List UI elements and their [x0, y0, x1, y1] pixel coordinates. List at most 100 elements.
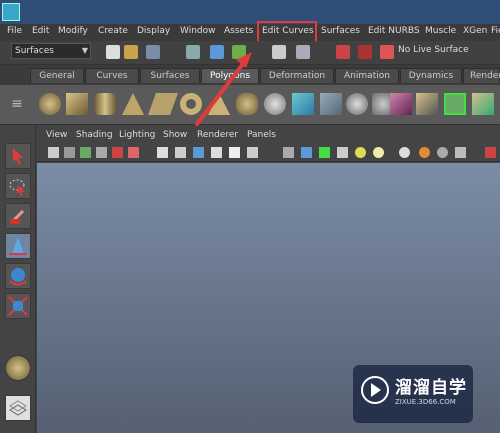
select-hierarchy-icon[interactable]	[186, 45, 200, 59]
watermark: 溜溜自学 ZIXUE.3D66.COM	[353, 365, 473, 423]
smooth-shade-icon[interactable]	[301, 147, 312, 158]
safe-action-icon[interactable]	[211, 147, 222, 158]
shelf-menu-icon[interactable]: ≡	[8, 96, 26, 114]
image-plane-icon[interactable]	[96, 147, 107, 158]
tab-general[interactable]: General	[30, 68, 84, 83]
poly-pipe-icon[interactable]	[236, 93, 258, 115]
menu-edit-nurbs[interactable]: Edit NURBS	[368, 26, 420, 36]
menu-muscle[interactable]: Muscle	[425, 26, 456, 36]
tab-dynamics[interactable]: Dynamics	[400, 68, 462, 83]
new-scene-icon[interactable]	[106, 45, 120, 59]
select-component-icon[interactable]	[232, 45, 246, 59]
tab-render[interactable]: Render	[463, 68, 500, 83]
isolate-select-icon[interactable]	[319, 147, 330, 158]
poly-cone-icon[interactable]	[122, 93, 144, 115]
extrude-icon[interactable]	[416, 93, 438, 115]
panel-menu-bar: View Shading Lighting Show Renderer Pane…	[37, 128, 500, 144]
menu-surfaces[interactable]: Surfaces	[321, 26, 360, 36]
shadow-icon[interactable]	[399, 147, 410, 158]
toolbox	[0, 125, 36, 433]
poly-cylinder-icon[interactable]	[94, 93, 116, 115]
mode-dropdown-label: Surfaces	[15, 46, 54, 56]
camera-icon[interactable]	[48, 147, 59, 158]
field-chart-icon[interactable]	[193, 147, 204, 158]
poly-sphere-icon[interactable]	[39, 93, 61, 115]
open-scene-icon[interactable]	[124, 45, 138, 59]
panel-menu-show[interactable]: Show	[163, 130, 187, 140]
menu-modify[interactable]: Modify	[58, 26, 88, 36]
tab-surfaces[interactable]: Surfaces	[140, 68, 200, 83]
snap-grid-icon[interactable]	[272, 45, 286, 59]
tab-polygons[interactable]: Polygons	[201, 68, 259, 83]
menu-display[interactable]: Display	[137, 26, 170, 36]
watermark-logo-icon	[361, 376, 389, 404]
text-icon[interactable]	[247, 147, 258, 158]
anti-alias-icon[interactable]	[455, 147, 466, 158]
menu-create[interactable]: Create	[98, 26, 128, 36]
default-light-icon[interactable]	[373, 147, 384, 158]
sphere-icon[interactable]	[5, 355, 31, 381]
watermark-title: 溜溜自学	[395, 378, 467, 398]
move-tool-icon[interactable]	[5, 233, 31, 259]
menu-xgen[interactable]: XGen	[463, 26, 487, 36]
select-tool-icon[interactable]	[5, 143, 31, 169]
poly-cube-icon[interactable]	[66, 93, 88, 115]
save-scene-icon[interactable]	[146, 45, 160, 59]
gate-mask-icon[interactable]	[175, 147, 186, 158]
panel-menu-view[interactable]: View	[46, 130, 67, 140]
layout-icon[interactable]	[5, 395, 31, 421]
lasso-tool-icon[interactable]	[5, 173, 31, 199]
smooth-icon[interactable]	[346, 93, 368, 115]
poly-pyramid-icon[interactable]	[208, 93, 230, 115]
panel-menu-renderer[interactable]: Renderer	[197, 130, 238, 140]
poly-plane-icon[interactable]	[147, 93, 179, 115]
camera-attr-icon[interactable]	[64, 147, 75, 158]
menu-edit[interactable]: Edit	[32, 26, 49, 36]
separate-icon[interactable]	[320, 93, 342, 115]
tab-deformation[interactable]: Deformation	[260, 68, 334, 83]
panel-menu-panels[interactable]: Panels	[247, 130, 276, 140]
snap-curve-icon[interactable]	[296, 45, 310, 59]
safe-title-icon[interactable]	[229, 147, 240, 158]
snap-toggle-icon[interactable]	[485, 147, 496, 158]
live-surface-icon[interactable]	[380, 45, 394, 59]
app-logo-icon	[2, 3, 20, 21]
append-icon[interactable]	[472, 93, 494, 115]
xray-icon[interactable]	[337, 147, 348, 158]
film-gate-icon[interactable]	[128, 147, 139, 158]
shelf	[0, 85, 500, 125]
panel-menu-shading[interactable]: Shading	[76, 130, 113, 140]
boolean-icon[interactable]	[390, 93, 412, 115]
tab-animation[interactable]: Animation	[335, 68, 399, 83]
wireframe-icon[interactable]	[283, 147, 294, 158]
tab-curves[interactable]: Curves	[85, 68, 139, 83]
watermark-subtitle: ZIXUE.3D66.COM	[395, 398, 456, 406]
ambient-occlusion-icon[interactable]	[419, 147, 430, 158]
combine-icon[interactable]	[292, 93, 314, 115]
grid-toggle-icon[interactable]	[112, 147, 123, 158]
rotate-tool-icon[interactable]	[5, 263, 31, 289]
bridge-icon[interactable]	[444, 93, 466, 115]
scale-tool-icon[interactable]	[5, 293, 31, 319]
resolution-gate-icon[interactable]	[157, 147, 168, 158]
shelf-tab-bar: General Curves Surfaces Polygons Deforma…	[0, 65, 500, 85]
bookmark-icon[interactable]	[80, 147, 91, 158]
chevron-down-icon: ▼	[81, 46, 88, 55]
mode-dropdown[interactable]: Surfaces ▼	[11, 43, 91, 59]
menu-file[interactable]: File	[7, 26, 22, 36]
poly-soccer-icon[interactable]	[264, 93, 286, 115]
panel-menu-lighting[interactable]: Lighting	[119, 130, 155, 140]
light-icon[interactable]	[355, 147, 366, 158]
motion-blur-icon[interactable]	[437, 147, 448, 158]
magnet-icon[interactable]	[336, 45, 350, 59]
poly-torus-icon[interactable]	[180, 93, 202, 115]
main-menu-bar: File Edit Modify Create Display Window A…	[0, 24, 500, 41]
menu-fie[interactable]: Fie	[491, 26, 500, 36]
status-line: Surfaces ▼ No Live Surface	[0, 41, 500, 65]
menu-assets[interactable]: Assets	[224, 26, 253, 36]
paint-select-icon[interactable]	[5, 203, 31, 229]
title-bar	[0, 0, 500, 24]
snap-view-icon[interactable]	[358, 45, 372, 59]
select-object-icon[interactable]	[210, 45, 224, 59]
menu-window[interactable]: Window	[180, 26, 216, 36]
